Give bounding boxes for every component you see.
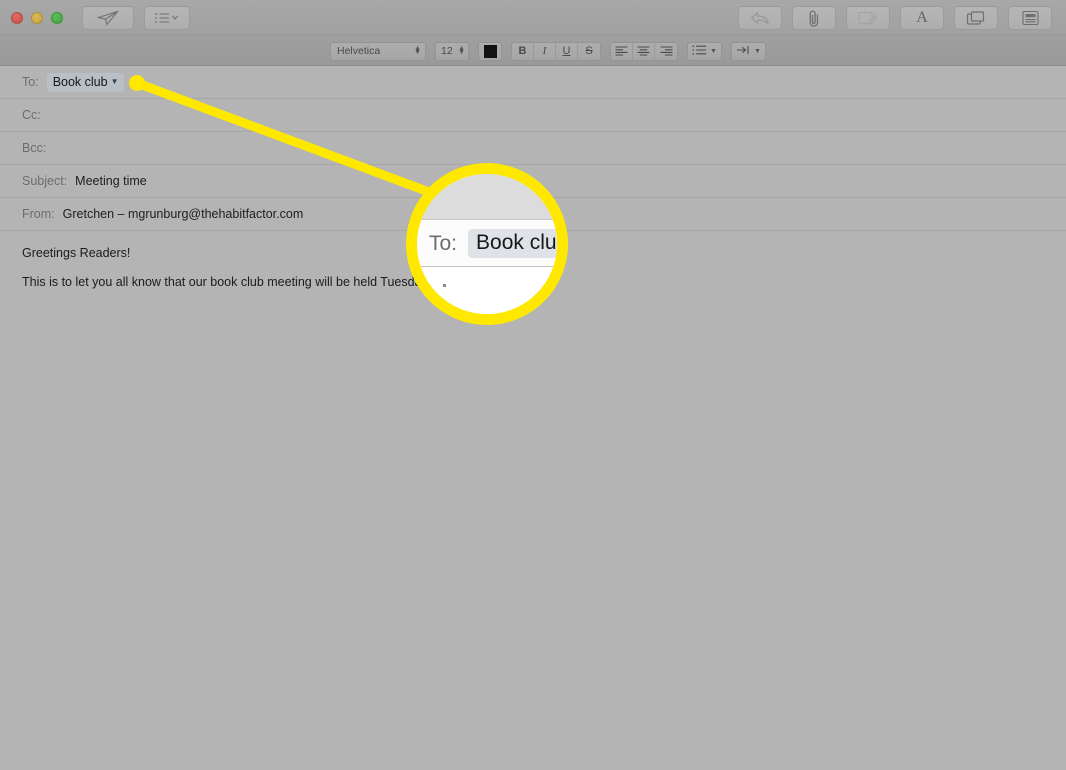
list-style-button[interactable]: ▼: [687, 41, 722, 61]
underline-button[interactable]: U: [556, 42, 578, 60]
font-family-value: Helvetica: [337, 45, 381, 57]
format-toolbar: Helvetica ▲ ▼ 12 ▲ ▼ B I U S ▼ ▼: [0, 36, 1066, 66]
bcc-field-row[interactable]: Bcc:: [0, 132, 1066, 165]
color-swatch-icon: [483, 44, 497, 58]
zoom-window-button[interactable]: [51, 11, 63, 24]
magnifier-bottom-strip: [417, 268, 557, 314]
markup-icon: [858, 10, 878, 26]
magnifier-to-label: To:: [429, 231, 458, 255]
reply-button[interactable]: [738, 6, 782, 30]
from-field-value: Gretchen – mgrunburg@thehabitfactor.com: [62, 207, 304, 221]
photo-browser-icon: [966, 10, 986, 26]
subject-field-label: Subject:: [22, 174, 68, 188]
magnifier-top-strip: [417, 174, 557, 220]
minimize-window-button[interactable]: [31, 11, 43, 24]
mail-compose-window: A Helvetica ▲ ▼ 12 ▲ ▼ B I U S ▼ ▼ To: B…: [0, 0, 1066, 770]
list-chevron-icon: [154, 11, 180, 25]
cc-field-row[interactable]: Cc:: [0, 99, 1066, 132]
chevron-down-icon: ▼: [710, 47, 717, 55]
toolbar-right-group: A: [738, 6, 1052, 30]
magnifier-cursor-dot: [443, 284, 446, 287]
font-size-value: 12: [441, 45, 453, 57]
magnifier-content: To: Book club ▼: [417, 174, 557, 314]
photo-browser-button[interactable]: [954, 6, 998, 30]
to-field-label: To:: [22, 75, 39, 89]
text-align-group: [610, 41, 678, 61]
format-button[interactable]: A: [900, 6, 944, 30]
chevron-updown-icon: ▲ ▼: [414, 45, 421, 56]
traffic-lights: [11, 11, 63, 24]
align-right-button[interactable]: [655, 43, 677, 60]
markup-button[interactable]: [846, 6, 890, 30]
send-button[interactable]: [82, 5, 134, 30]
callout-magnifier: To: Book club ▼: [406, 163, 568, 325]
paperclip-icon: [807, 9, 821, 28]
recipient-token[interactable]: Book club ▼: [46, 72, 124, 92]
indent-button[interactable]: ▼: [730, 41, 766, 61]
paper-plane-icon: [97, 9, 119, 26]
reply-arrow-icon: [750, 11, 770, 26]
text-color-button[interactable]: [478, 41, 502, 61]
attach-button[interactable]: [792, 6, 836, 30]
magnifier-recipient-label: Book club: [476, 231, 568, 254]
close-window-button[interactable]: [11, 11, 23, 24]
callout-anchor-dot: [129, 75, 145, 91]
font-size-select[interactable]: 12 ▲ ▼: [435, 41, 469, 61]
subject-field-value: Meeting time: [75, 174, 147, 188]
chevron-down-icon[interactable]: ▼: [111, 77, 119, 86]
toolbar-left-group: [82, 5, 190, 30]
window-titlebar: A: [0, 0, 1066, 36]
bcc-field-label: Bcc:: [22, 141, 47, 155]
stationery-button[interactable]: [1008, 6, 1052, 30]
cc-field-label: Cc:: [22, 108, 41, 122]
italic-button[interactable]: I: [534, 42, 556, 60]
bold-button[interactable]: B: [512, 42, 534, 60]
font-family-select[interactable]: Helvetica ▲ ▼: [330, 41, 426, 61]
to-field-row[interactable]: To: Book club ▼: [0, 66, 1066, 99]
magnifier-to-row: To: Book club ▼: [417, 221, 557, 267]
indent-arrow-icon: [736, 42, 751, 60]
align-left-button[interactable]: [611, 42, 633, 60]
magnifier-recipient-token: Book club ▼: [468, 229, 568, 258]
strikethrough-button[interactable]: S: [578, 43, 600, 60]
chevron-down-icon: ▼: [753, 47, 761, 55]
stationery-icon: [1021, 10, 1039, 26]
chevron-updown-icon: ▲ ▼: [458, 45, 465, 56]
align-center-button[interactable]: [633, 42, 655, 60]
bullet-list-icon: [692, 42, 707, 60]
letter-a-icon: A: [916, 9, 928, 26]
header-fields-button[interactable]: [144, 5, 190, 30]
from-field-label: From:: [22, 207, 55, 221]
recipient-token-label: Book club: [52, 74, 108, 89]
text-style-group: B I U S: [511, 41, 601, 61]
